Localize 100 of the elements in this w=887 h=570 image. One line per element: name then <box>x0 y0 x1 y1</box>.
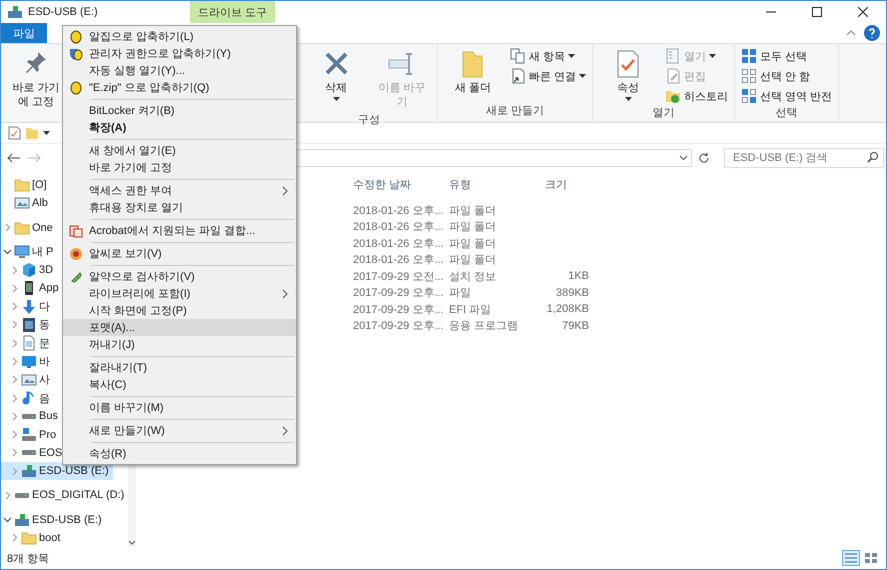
viewer-icon <box>69 246 83 260</box>
ribbon-button[interactable]: 선택 안 함 <box>739 67 834 85</box>
tree-item[interactable]: EOS_DIGITAL (D:) <box>1 486 128 505</box>
tree-item[interactable]: 음 <box>1 388 54 408</box>
table-cell: 파일 폴더 <box>449 254 496 266</box>
refresh-icon <box>698 152 710 164</box>
table-cell: 2017-09-29 오후... <box>353 304 444 316</box>
menu-item[interactable]: 휴대용 장치로 열기 <box>63 199 296 216</box>
view-button[interactable] <box>842 550 860 566</box>
menu-item[interactable]: 알씨로 보기(V) <box>63 245 296 262</box>
collapsed-chevron-icon[interactable] <box>10 357 19 366</box>
tree-item[interactable]: 사 <box>1 370 54 389</box>
zip-egg-icon <box>69 30 83 44</box>
tree-item[interactable]: ESD-USB (E:) <box>1 510 106 529</box>
collapsed-chevron-icon[interactable] <box>10 412 19 421</box>
tree-item[interactable]: 동 <box>1 316 54 334</box>
tree-item[interactable]: One <box>1 218 57 237</box>
table-cell: 파일 폴더 <box>449 221 496 234</box>
zip-egg-icon <box>69 80 83 94</box>
view-button[interactable] <box>862 550 880 566</box>
collapsed-chevron-icon[interactable] <box>10 338 19 348</box>
download-arrow-icon <box>21 298 37 315</box>
menu-item[interactable]: 바로 가기에 고정 <box>63 159 296 176</box>
window-title: ESD-USB (E:) <box>28 6 98 18</box>
tree-item[interactable]: [O] <box>1 176 51 194</box>
collapsed-chevron-icon[interactable] <box>3 223 12 232</box>
expanded-chevron-icon[interactable] <box>3 515 12 524</box>
history-icon <box>665 88 682 104</box>
tree-item[interactable]: App <box>1 279 63 298</box>
collapsed-chevron-icon[interactable] <box>10 320 19 330</box>
back-button[interactable] <box>7 153 21 163</box>
tree-item[interactable]: boot <box>1 528 64 547</box>
collapse-ribbon-icon <box>846 30 856 36</box>
column-header[interactable]: 유형 <box>443 172 539 196</box>
menu-item[interactable]: 시작 화면에 고정(P) <box>63 302 296 319</box>
ribbon-button[interactable]: 빠른 연결 <box>508 67 588 85</box>
select-all-icon <box>741 48 758 64</box>
ribbon-button[interactable]: 새 폴더 <box>442 47 504 103</box>
group-label: 구성 <box>358 114 380 126</box>
tree-item[interactable]: 다 <box>1 298 54 316</box>
column-header[interactable]: 크기 <box>539 172 597 196</box>
tree-item[interactable]: Pro <box>1 425 60 444</box>
collapsed-chevron-icon[interactable] <box>10 375 19 384</box>
table-cell: 응용 프로그램 <box>449 320 518 332</box>
folder-icon <box>14 220 30 236</box>
customize-caret-icon <box>43 130 50 136</box>
collapsed-chevron-icon[interactable] <box>10 266 19 275</box>
tree-item[interactable]: ESD-USB (E:) <box>1 462 113 480</box>
tree-item[interactable]: 바 <box>1 352 54 371</box>
search-field[interactable]: ESD-USB (E:) 검색 <box>724 148 884 168</box>
menu-item[interactable]: 잘라내기(T) <box>63 359 296 376</box>
menu-item[interactable]: 액세스 권한 부여 <box>63 182 296 199</box>
collapsed-chevron-icon[interactable] <box>10 394 19 403</box>
collapsed-chevron-icon[interactable] <box>10 466 19 476</box>
tree-item[interactable]: Alb <box>1 194 52 213</box>
table-cell: 2018-01-26 오후... <box>353 254 444 266</box>
ribbon-button[interactable]: 선택 영역 반전 <box>739 87 834 105</box>
menu-item[interactable]: 알집으로 압축하기(L) <box>63 28 296 45</box>
context-tab[interactable]: 드라이브 도구 <box>190 1 276 23</box>
menu-item[interactable]: 확장(A) <box>63 119 296 136</box>
collapsed-chevron-icon[interactable] <box>10 284 19 293</box>
tree-item[interactable]: 3D <box>1 261 58 280</box>
forward-button[interactable] <box>27 153 41 163</box>
collapsed-chevron-icon[interactable] <box>10 448 19 458</box>
select-none-icon <box>741 68 758 84</box>
table-cell: 파일 폴더 <box>449 238 496 250</box>
collapsed-chevron-icon[interactable] <box>10 302 19 312</box>
table-cell: 2018-01-26 오후... <box>353 221 444 234</box>
refresh-button[interactable] <box>698 152 710 164</box>
ribbon-button[interactable]: 히스토리 <box>663 87 730 105</box>
ribbon-button[interactable]: 새 항목 <box>508 47 588 65</box>
menu-item[interactable]: 포맷(A)... <box>63 319 296 336</box>
ribbon-button[interactable]: 삭제 <box>305 47 367 112</box>
help-icon <box>864 25 880 41</box>
menu-item[interactable]: 이름 바꾸기(M) <box>63 399 296 416</box>
picture-drive-icon <box>14 195 30 212</box>
collapsed-chevron-icon[interactable] <box>10 533 19 542</box>
ribbon-button[interactable]: 속성 <box>597 47 660 105</box>
usb-drive-icon <box>21 463 37 480</box>
ribbon-tab[interactable]: 파일 <box>1 23 47 43</box>
open-icon <box>665 48 682 64</box>
collapsed-chevron-icon[interactable] <box>10 430 19 440</box>
menu-item[interactable]: 새로 만들기(W) <box>63 422 296 439</box>
menu-item[interactable]: 꺼내기(J) <box>63 336 296 353</box>
menu-item[interactable]: Acrobat에서 지원되는 파일 결합... <box>63 222 296 239</box>
new-item-icon <box>510 48 526 64</box>
maximize-icon <box>812 7 822 17</box>
menu-item[interactable]: 라이브러리에 포함(I) <box>63 285 296 302</box>
table-cell: 파일 폴더 <box>449 204 496 217</box>
collapsed-chevron-icon[interactable] <box>3 490 12 500</box>
menu-item[interactable]: 새 창에서 열기(E) <box>63 142 296 159</box>
tree-item[interactable]: 문 <box>1 334 54 352</box>
scroll-down-icon <box>128 540 136 545</box>
tree-item[interactable]: Bus <box>1 407 62 426</box>
column-header[interactable]: 수정한 날짜 <box>347 172 443 196</box>
menu-item[interactable]: 복사(C) <box>63 376 296 393</box>
menu-item[interactable]: 알약으로 검사하기(V) <box>63 268 296 285</box>
expanded-chevron-icon[interactable] <box>3 247 12 256</box>
tree-item[interactable]: 내 P <box>1 242 58 262</box>
ribbon-button[interactable]: 모두 선택 <box>739 47 834 65</box>
